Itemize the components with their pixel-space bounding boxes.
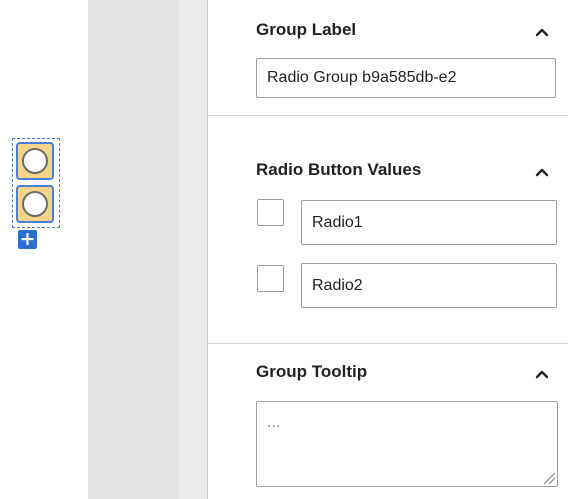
- radio-option-1[interactable]: [16, 142, 54, 180]
- radio1-value-input[interactable]: [301, 200, 557, 245]
- chevron-up-icon[interactable]: [534, 24, 550, 40]
- canvas-gutter-inner: [88, 0, 178, 499]
- chevron-up-icon[interactable]: [534, 366, 550, 382]
- group-label-section: Group Label: [208, 0, 568, 116]
- group-label-input[interactable]: [256, 58, 556, 98]
- radio-values-section: Radio Button Values: [208, 116, 568, 344]
- group-tooltip-section: Group Tooltip: [208, 344, 568, 499]
- plus-icon: +: [19, 228, 36, 250]
- design-canvas[interactable]: +: [0, 0, 88, 499]
- radio-values-title: Radio Button Values: [256, 160, 422, 179]
- radio-circle-icon: [22, 148, 48, 174]
- radio2-value-input[interactable]: [301, 263, 557, 308]
- group-label-title: Group Label: [256, 20, 357, 39]
- group-tooltip-textarea[interactable]: [256, 401, 558, 487]
- radio1-default-checkbox[interactable]: [257, 199, 284, 226]
- radio-group-widget[interactable]: +: [12, 138, 62, 249]
- form-editor: + Group Label Radio Button Values: [0, 0, 568, 499]
- radio2-default-checkbox[interactable]: [257, 265, 284, 292]
- radio-option-2[interactable]: [16, 185, 54, 223]
- chevron-up-icon[interactable]: [534, 164, 550, 180]
- add-radio-option-button[interactable]: +: [18, 230, 37, 249]
- resize-grip-icon[interactable]: [542, 471, 556, 485]
- radio-circle-icon: [22, 191, 48, 217]
- group-tooltip-title: Group Tooltip: [256, 362, 368, 381]
- properties-panel: Group Label Radio Button Values Group To…: [208, 0, 568, 499]
